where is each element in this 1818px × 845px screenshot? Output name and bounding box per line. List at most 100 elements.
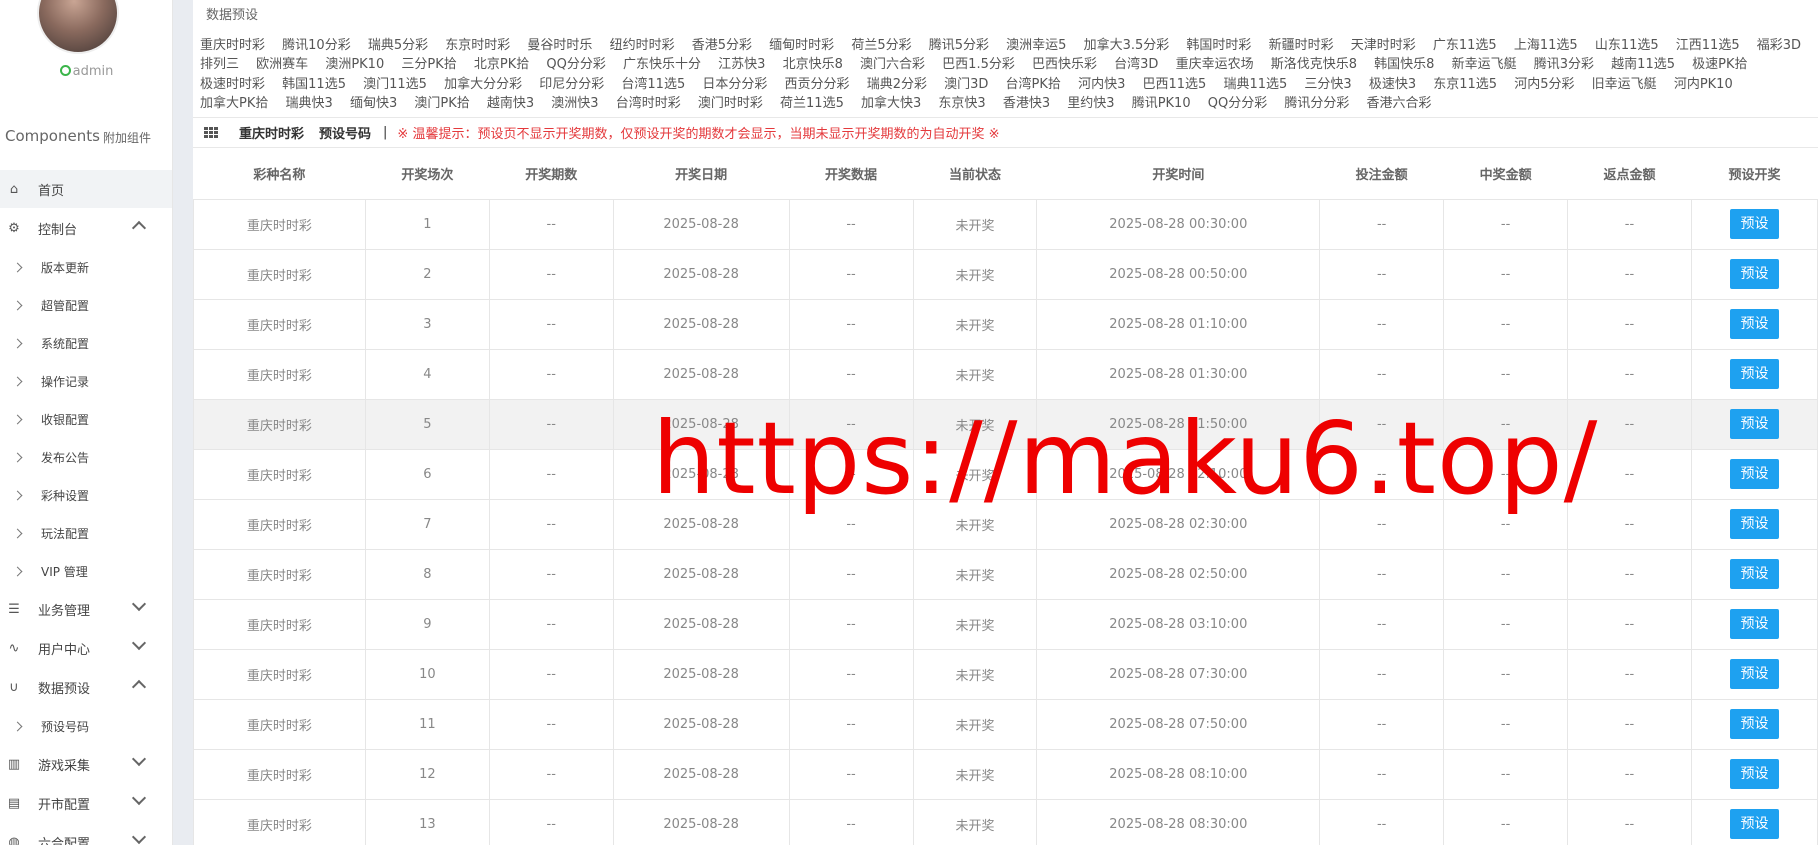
lottery-link[interactable]: 澳门11选5 [363,77,427,92]
lottery-link[interactable]: 东京快3 [938,96,985,111]
lottery-link[interactable]: 香港5分彩 [692,38,752,53]
lottery-link[interactable]: 排列三 [200,57,239,72]
lottery-link[interactable]: 瑞典2分彩 [867,77,927,92]
lottery-link[interactable]: 山东11选5 [1595,38,1659,53]
tab-lottery[interactable]: 重庆时时彩 [239,123,304,142]
lottery-link[interactable]: 韩国时时彩 [1186,38,1251,53]
lottery-link[interactable]: 东京时时彩 [445,38,510,53]
lottery-link[interactable]: 新幸运飞艇 [1452,57,1517,72]
lottery-link[interactable]: 加拿大分分彩 [444,77,522,92]
lottery-link[interactable]: 荷兰5分彩 [851,38,911,53]
lottery-link[interactable]: 加拿大PK拾 [200,96,268,111]
sidebar-sub-lottery-settings[interactable]: 彩种设置 [0,476,172,514]
lottery-link[interactable]: 腾讯分分彩 [1284,96,1349,111]
preset-button[interactable]: 预设 [1729,259,1779,289]
sidebar-item-game-collect[interactable]: ▥ 游戏采集 [0,745,172,783]
sidebar-sub-play-config[interactable]: 玩法配置 [0,514,172,552]
lottery-link[interactable]: 瑞典5分彩 [368,38,428,53]
lottery-link[interactable]: 巴西1.5分彩 [942,57,1015,72]
sidebar-sub-version-update[interactable]: 版本更新 [0,248,172,286]
sidebar-item-market-config[interactable]: ▤ 开市配置 [0,784,172,822]
lottery-link[interactable]: 东京11选5 [1433,77,1497,92]
lottery-link[interactable]: 旧幸运飞艇 [1592,77,1657,92]
lottery-link[interactable]: 三分PK拾 [401,57,456,72]
lottery-link[interactable]: 河内PK10 [1674,77,1733,92]
lottery-link[interactable]: 澳洲快3 [551,96,598,111]
lottery-link[interactable]: QQ分分彩 [1208,96,1267,111]
lottery-link[interactable]: 韩国快乐8 [1374,57,1434,72]
avatar[interactable] [37,0,119,54]
lottery-link[interactable]: 台湾11选5 [621,77,685,92]
lottery-link[interactable]: 日本分分彩 [702,77,767,92]
sidebar-item-home[interactable]: ⌂ 首页 [0,170,172,208]
lottery-link[interactable]: 澳洲PK10 [325,57,384,72]
lottery-link[interactable]: 巴西快乐彩 [1032,57,1097,72]
lottery-link[interactable]: 腾讯10分彩 [282,38,351,53]
lottery-link[interactable]: 澳门时时彩 [698,96,763,111]
lottery-link[interactable]: 香港六合彩 [1367,96,1432,111]
lottery-link[interactable]: 极速PK拾 [1692,57,1747,72]
preset-button[interactable]: 预设 [1729,309,1779,339]
lottery-link[interactable]: 瑞典11选5 [1223,77,1287,92]
lottery-link[interactable]: 澳门六合彩 [860,57,925,72]
sidebar-item-mark-six-config[interactable]: ◍ 六合配置 [0,823,172,845]
lottery-link[interactable]: 上海11选5 [1514,38,1578,53]
lottery-link[interactable]: 台湾3D [1114,57,1158,72]
lottery-link[interactable]: 新疆时时彩 [1269,38,1334,53]
preset-button[interactable]: 预设 [1729,659,1779,689]
lottery-link[interactable]: 荷兰11选5 [780,96,844,111]
preset-button[interactable]: 预设 [1729,359,1779,389]
preset-button[interactable]: 预设 [1729,209,1779,239]
lottery-link[interactable]: 天津时时彩 [1351,38,1416,53]
sidebar-sub-system-config[interactable]: 系统配置 [0,324,172,362]
lottery-link[interactable]: 河内5分彩 [1514,77,1574,92]
preset-button[interactable]: 预设 [1729,509,1779,539]
lottery-link[interactable]: 广东快乐十分 [623,57,701,72]
lottery-link[interactable]: 缅甸快3 [350,96,397,111]
lottery-link[interactable]: 重庆幸运农场 [1176,57,1254,72]
lottery-link[interactable]: 里约快3 [1067,96,1114,111]
lottery-link[interactable]: 江苏快3 [718,57,765,72]
preset-button[interactable]: 预设 [1729,559,1779,589]
lottery-link[interactable]: 加拿大快3 [861,96,921,111]
sidebar-item-business[interactable]: ☰ 业务管理 [0,590,172,628]
preset-button[interactable]: 预设 [1729,709,1779,739]
sidebar-item-user-center[interactable]: ∿ 用户中心 [0,629,172,667]
preset-button[interactable]: 预设 [1729,459,1779,489]
lottery-link[interactable]: 江西11选5 [1676,38,1740,53]
lottery-link[interactable]: 腾讯5分彩 [929,38,989,53]
lottery-link[interactable]: 北京快乐8 [783,57,843,72]
preset-button[interactable]: 预设 [1729,759,1779,789]
sidebar-sub-announcement[interactable]: 发布公告 [0,438,172,476]
grid-menu-icon[interactable] [204,126,218,139]
lottery-link[interactable]: 澳洲幸运5 [1006,38,1066,53]
sidebar-sub-cashier-config[interactable]: 收银配置 [0,400,172,438]
lottery-link[interactable]: 巴西11选5 [1142,77,1206,92]
preset-button[interactable]: 预设 [1729,809,1779,839]
lottery-link[interactable]: 澳门PK拾 [414,96,469,111]
tab-preset-number[interactable]: 预设号码 [319,123,371,142]
lottery-link[interactable]: 加拿大3.5分彩 [1084,38,1170,53]
preset-button[interactable]: 预设 [1729,609,1779,639]
lottery-link[interactable]: 河内快3 [1078,77,1125,92]
lottery-link[interactable]: 纽约时时彩 [610,38,675,53]
lottery-link[interactable]: 北京PK拾 [474,57,529,72]
lottery-link[interactable]: 越南11选5 [1611,57,1675,72]
lottery-link[interactable]: 台湾PK拾 [1006,77,1061,92]
sidebar-sub-super-admin[interactable]: 超管配置 [0,286,172,324]
sidebar-item-data-preset[interactable]: ∪ 数据预设 [0,668,172,706]
lottery-link[interactable]: 腾讯PK10 [1132,96,1191,111]
lottery-link[interactable]: QQ分分彩 [546,57,605,72]
lottery-link[interactable]: 曼谷时时乐 [527,38,592,53]
lottery-link[interactable]: 香港快3 [1003,96,1050,111]
sidebar-item-console[interactable]: ⚙ 控制台 [0,209,172,247]
sidebar-sub-preset-number[interactable]: 预设号码 [0,707,172,745]
lottery-link[interactable]: 瑞典快3 [286,96,333,111]
lottery-link[interactable]: 腾讯3分彩 [1534,57,1594,72]
sidebar-sub-vip-management[interactable]: VIP 管理 [0,552,172,590]
lottery-link[interactable]: 欧洲赛车 [256,57,308,72]
lottery-link[interactable]: 台湾时时彩 [616,96,681,111]
lottery-link[interactable]: 极速快3 [1369,77,1416,92]
lottery-link[interactable]: 福彩3D [1757,38,1801,53]
sidebar-sub-operation-log[interactable]: 操作记录 [0,362,172,400]
